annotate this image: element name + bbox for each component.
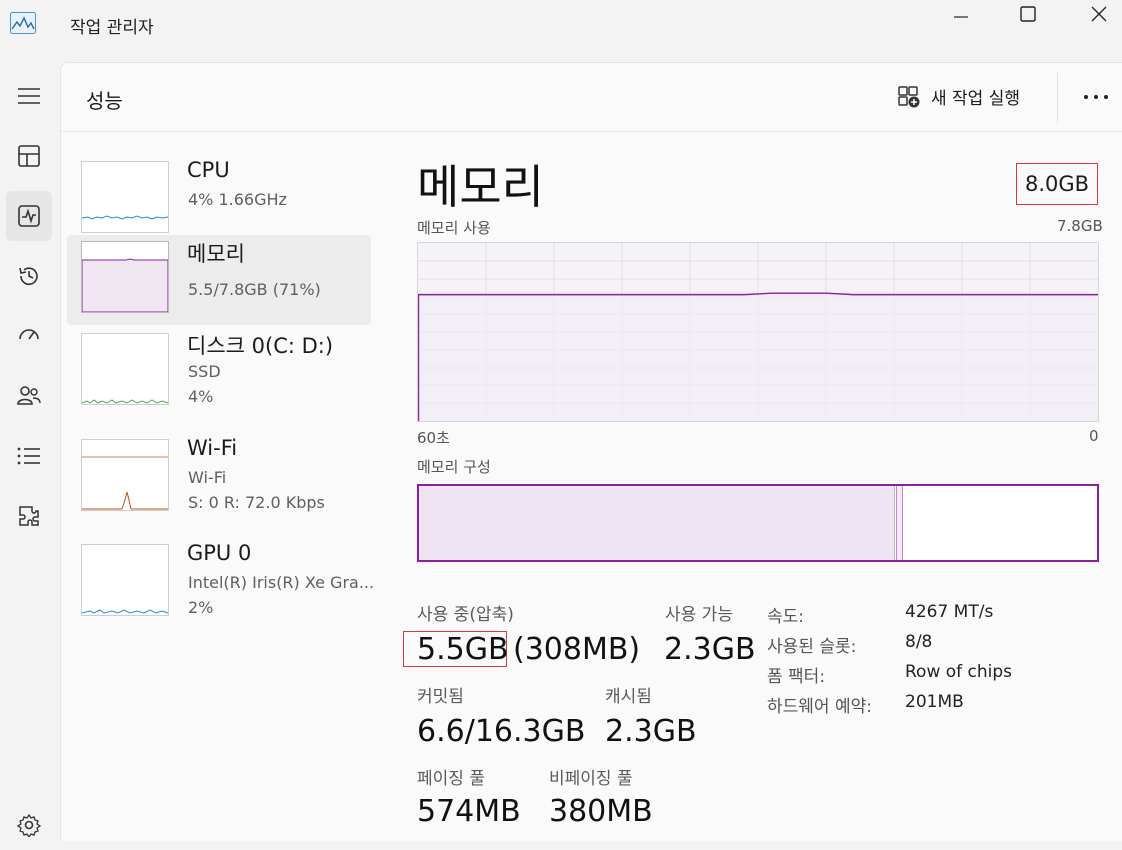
close-button[interactable]: [1076, 0, 1122, 28]
resource-memory[interactable]: 메모리 5.5/7.8GB (71%): [67, 235, 371, 325]
cpu-thumbnail-graph: [81, 161, 169, 233]
spec-speed-label: 속도:: [767, 607, 805, 627]
navigation-rail: [0, 62, 58, 840]
disk-type: SSD: [188, 362, 221, 381]
memory-usage-area: [418, 293, 1098, 421]
chart-axis-right: 0: [1089, 427, 1099, 445]
chart-axis-left: 60초: [417, 429, 450, 447]
committed-value: 6.6/16.3GB: [417, 714, 586, 749]
disk-name: 디스크 0(C: D:): [187, 334, 334, 358]
nav-services[interactable]: [6, 491, 52, 541]
memory-usage-chart: [417, 242, 1099, 422]
disk-usage-line: [81, 399, 169, 404]
memory-usage-line: [418, 292, 1098, 296]
usage-chart-label: 메모리 사용: [417, 219, 491, 237]
app-history-icon: [19, 267, 38, 286]
memory-usage-area: [81, 258, 169, 313]
nav-users[interactable]: [6, 371, 52, 421]
new-task-icon: [898, 85, 920, 107]
compressed-value: (308MB): [513, 632, 641, 667]
wifi-thumbnail-graph: [81, 439, 169, 511]
detail-title: 메모리: [417, 160, 544, 214]
wifi-throughput: S: 0 R: 72.0 Kbps: [188, 493, 325, 512]
memory-thumbnail-graph: [81, 241, 169, 313]
disk-thumbnail-graph: [81, 333, 169, 405]
page-title: 성능: [86, 89, 123, 113]
menu-icon: [18, 88, 40, 104]
composition-modified: [896, 486, 903, 560]
close-icon: [1091, 6, 1107, 22]
nav-settings[interactable]: [6, 800, 52, 850]
memory-total: 8.0GB: [1016, 163, 1098, 205]
paged-pool-label: 페이징 풀: [417, 769, 485, 789]
resource-gpu[interactable]: GPU 0 Intel(R) Iris(R) Xe Gra... 2%: [67, 538, 375, 628]
maximize-button[interactable]: [1005, 0, 1051, 28]
spec-slots-label: 사용된 슬롯:: [767, 637, 857, 657]
startup-icon: [19, 329, 39, 340]
nav-details[interactable]: [6, 431, 52, 481]
cpu-stats: 4% 1.66GHz: [188, 190, 287, 209]
cached-value: 2.3GB: [605, 714, 697, 749]
spec-hw-reserved-value: 201MB: [905, 692, 964, 712]
minimize-icon: [954, 16, 968, 18]
run-new-task-button[interactable]: 새 작업 실행: [897, 84, 1020, 109]
available-value: 2.3GB: [664, 632, 756, 667]
title-bar: 작업 관리자: [0, 0, 1122, 52]
spec-form-factor-value: Row of chips: [905, 662, 1013, 682]
nonpaged-pool-value: 380MB: [549, 794, 653, 829]
gpu-usage-line: [81, 609, 169, 614]
wifi-type: Wi-Fi: [188, 468, 227, 487]
gpu-name: GPU 0: [187, 541, 252, 565]
cpu-name: CPU: [187, 158, 230, 182]
wifi-usage-line: [82, 491, 168, 510]
composition-in-use: [419, 486, 895, 560]
services-icon: [19, 506, 39, 526]
available-label: 사용 가능: [665, 605, 733, 625]
main-panel: 성능 새 작업 실행 CPU 4% 1.66GHz 메모리 5.5/7.8GB …: [60, 62, 1122, 841]
header-divider: [1057, 73, 1058, 123]
in-use-value: 5.5GB: [417, 632, 509, 667]
task-manager-icon: [10, 12, 36, 34]
usage-chart-max: 7.8GB: [1057, 217, 1103, 235]
committed-label: 커밋됨: [417, 687, 464, 707]
resource-cpu[interactable]: CPU 4% 1.66GHz: [67, 155, 371, 245]
nonpaged-pool-label: 비페이징 풀: [549, 769, 633, 789]
nav-menu-button[interactable]: [6, 71, 52, 121]
memory-composition-bar: [417, 484, 1099, 562]
memory-stats: 5.5/7.8GB (71%): [188, 280, 321, 299]
spec-form-factor-label: 폼 팩터:: [767, 667, 826, 687]
gpu-thumbnail-graph: [81, 544, 169, 616]
spec-slots-value: 8/8: [905, 632, 933, 652]
page-header: 성능 새 작업 실행: [61, 63, 1122, 132]
in-use-label: 사용 중(압축): [417, 605, 514, 625]
nav-performance[interactable]: [6, 191, 52, 241]
nav-startup[interactable]: [6, 311, 52, 361]
users-icon: [17, 386, 41, 405]
spec-hw-reserved-label: 하드웨어 예약:: [767, 697, 872, 717]
disk-usage: 4%: [188, 387, 214, 406]
composition-label: 메모리 구성: [417, 458, 491, 476]
paged-pool-value: 574MB: [417, 794, 521, 829]
new-task-label: 새 작업 실행: [931, 89, 1021, 109]
nav-app-history[interactable]: [6, 251, 52, 301]
maximize-icon: [1020, 6, 1036, 22]
resource-wifi[interactable]: Wi-Fi Wi-Fi S: 0 R: 72.0 Kbps: [67, 433, 371, 523]
more-options-button[interactable]: [1081, 85, 1111, 109]
performance-icon: [18, 205, 40, 227]
minimize-button[interactable]: [938, 0, 984, 28]
gpu-model: Intel(R) Iris(R) Xe Gra...: [188, 573, 375, 592]
details-icon: [17, 447, 40, 465]
memory-name: 메모리: [187, 242, 245, 266]
cached-label: 캐시됨: [605, 687, 652, 707]
nav-processes[interactable]: [6, 131, 52, 181]
processes-icon: [18, 145, 40, 167]
resource-disk[interactable]: 디스크 0(C: D:) SSD 4%: [67, 327, 371, 417]
settings-icon: [17, 813, 41, 837]
more-icon: [1084, 95, 1108, 99]
window-title: 작업 관리자: [70, 18, 154, 38]
wifi-name: Wi-Fi: [187, 436, 238, 460]
cpu-usage-line: [81, 215, 169, 220]
gpu-usage: 2%: [188, 598, 214, 617]
spec-speed-value: 4267 MT/s: [905, 602, 994, 622]
